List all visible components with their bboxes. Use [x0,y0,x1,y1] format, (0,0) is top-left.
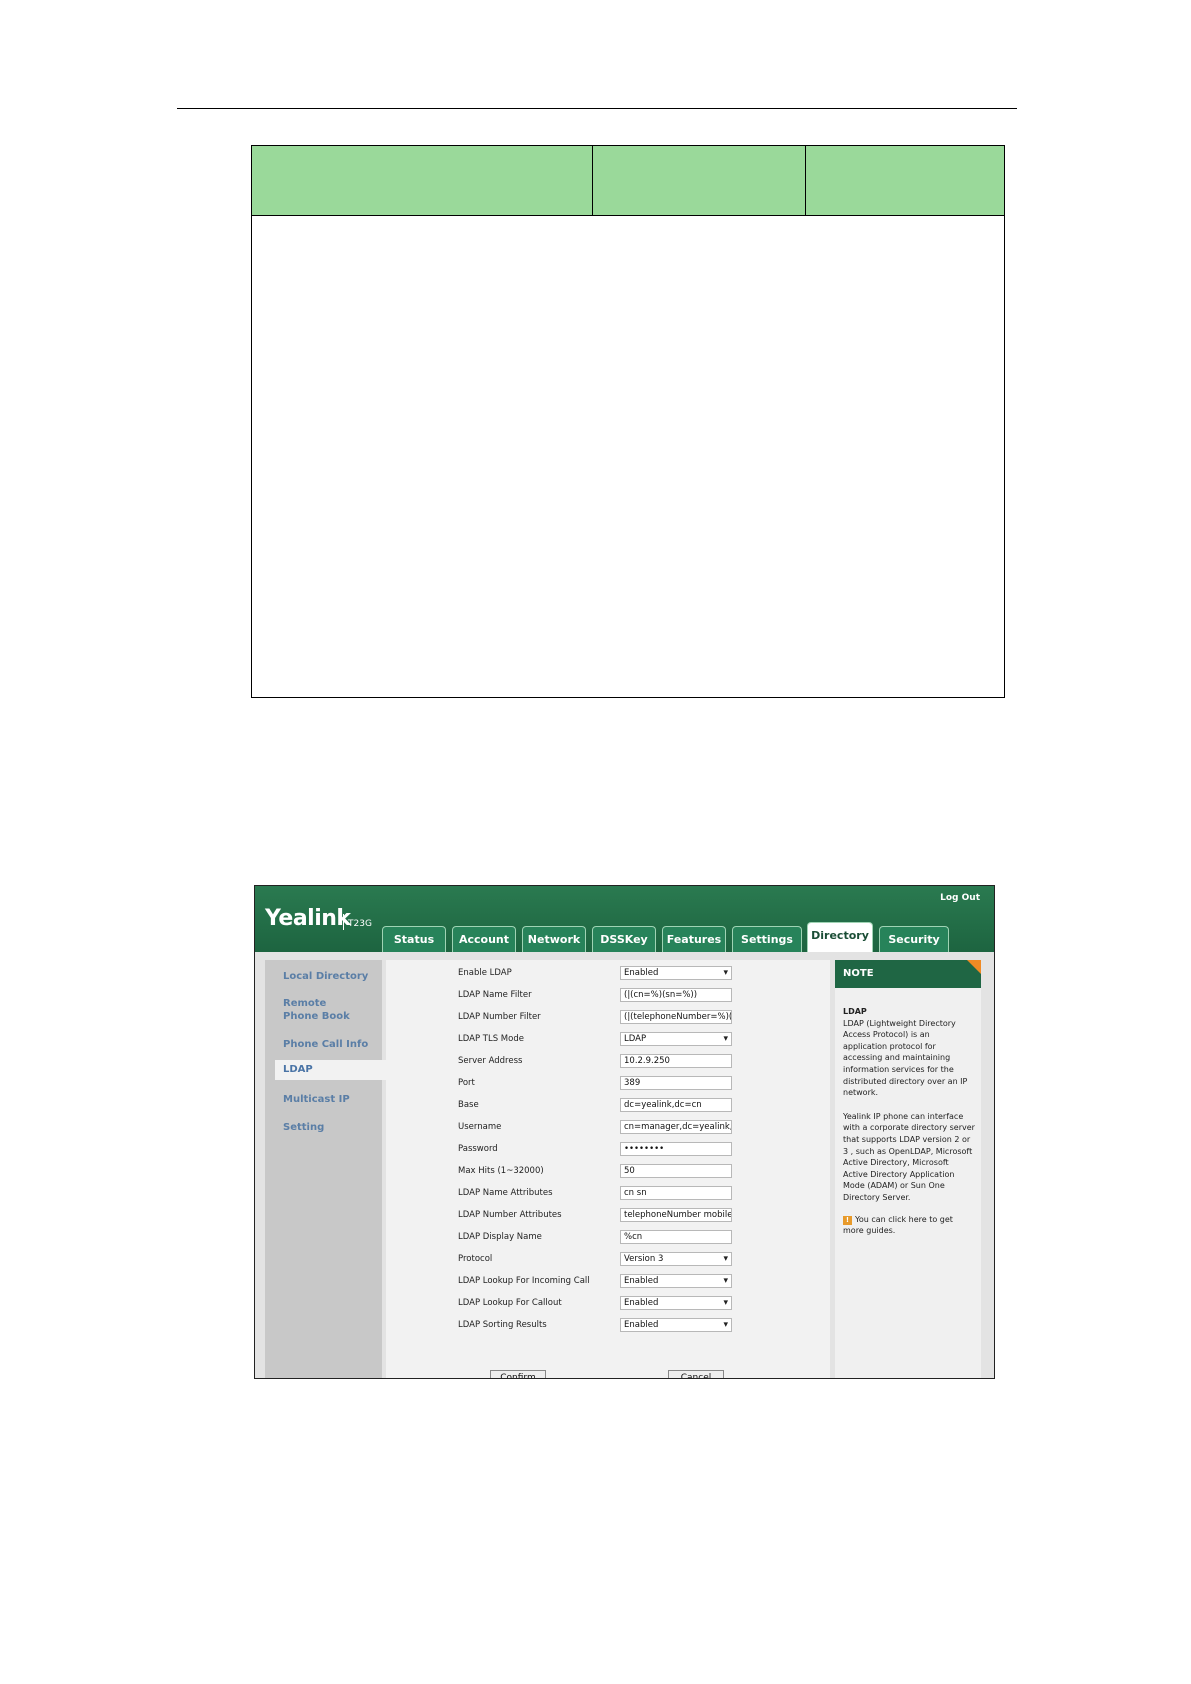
form-row: Enable LDAP Enabled [386,966,830,982]
ldap-form: Enable LDAP Enabled LDAP Name Filter (|(… [386,960,830,1378]
ldap-number-filter-label: LDAP Number Filter [458,1012,541,1022]
password-input[interactable]: •••••••• [620,1142,732,1156]
table-header-cell-1 [252,146,593,215]
ldap-number-filter-input[interactable]: (|(telephoneNumber=%)(m [620,1010,732,1024]
tab-security[interactable]: Security [879,926,949,952]
form-row: LDAP Number Attributes telephoneNumber m… [386,1208,830,1224]
port-input[interactable]: 389 [620,1076,732,1090]
info-icon: ! [843,1215,852,1225]
username-input[interactable]: cn=manager,dc=yealink,dc= [620,1120,732,1134]
ldap-name-attributes-input[interactable]: cn sn [620,1186,732,1200]
content-area: Local Directory Remote Phone Book Phone … [255,952,994,1378]
sidebar-item-phone-call-info[interactable]: Phone Call Info [283,1038,368,1051]
top-bar: Log Out Yealink T23G Status Account Netw… [255,886,994,952]
form-row: LDAP Number Filter (|(telephoneNumber=%)… [386,1010,830,1026]
form-row: Port 389 [386,1076,830,1092]
page-header-rule [177,108,1017,109]
form-row: Protocol Version 3 [386,1252,830,1268]
form-row: LDAP Sorting Results Enabled [386,1318,830,1334]
sidebar-item-multicast-ip[interactable]: Multicast IP [283,1093,350,1106]
enable-ldap-label: Enable LDAP [458,968,512,978]
note-header: NOTE [835,960,981,988]
sidebar-item-setting[interactable]: Setting [283,1121,324,1134]
lookup-callout-select[interactable]: Enabled [620,1296,732,1310]
protocol-label: Protocol [458,1254,493,1264]
max-hits-input[interactable]: 50 [620,1164,732,1178]
tab-features[interactable]: Features [662,926,726,952]
ldap-number-attributes-input[interactable]: telephoneNumber mobile ip [620,1208,732,1222]
tab-settings[interactable]: Settings [732,926,802,952]
sidebar: Local Directory Remote Phone Book Phone … [265,960,389,1378]
logout-link[interactable]: Log Out [940,893,980,903]
tab-directory[interactable]: Directory [807,922,873,952]
note-title: LDAP [843,1007,867,1016]
protocol-select[interactable]: Version 3 [620,1252,732,1266]
ldap-name-attributes-label: LDAP Name Attributes [458,1188,553,1198]
model-label: T23G [343,914,372,930]
form-row: Base dc=yealink,dc=cn [386,1098,830,1114]
ldap-name-filter-input[interactable]: (|(cn=%)(sn=%)) [620,988,732,1002]
form-row: LDAP Name Filter (|(cn=%)(sn=%)) [386,988,830,1004]
ldap-number-attributes-label: LDAP Number Attributes [458,1210,562,1220]
note-panel: NOTE LDAP LDAP (Lightweight Directory Ac… [835,960,981,1378]
form-row: LDAP TLS Mode LDAP [386,1032,830,1048]
ldap-tls-mode-label: LDAP TLS Mode [458,1034,524,1044]
note-tip[interactable]: ! You can click here to get more guides. [843,1214,975,1237]
note-tip-text[interactable]: You can click here to get more guides. [843,1215,953,1236]
form-row: Max Hits (1~32000) 50 [386,1164,830,1180]
note-body: LDAP LDAP (Lightweight Directory Access … [843,1006,975,1237]
form-row: LDAP Display Name %cn [386,1230,830,1246]
note-paragraph-2: Yealink IP phone can interface with a co… [843,1111,975,1202]
document-table-header [252,146,1004,216]
sidebar-item-remote-phone-book[interactable]: Remote Phone Book [283,997,363,1023]
form-row: Password •••••••• [386,1142,830,1158]
enable-ldap-select[interactable]: Enabled [620,966,732,980]
form-row: LDAP Lookup For Callout Enabled [386,1296,830,1312]
username-label: Username [458,1122,502,1132]
tab-dsskey[interactable]: DSSKey [592,926,656,952]
server-address-input[interactable]: 10.2.9.250 [620,1054,732,1068]
tab-network[interactable]: Network [522,926,586,952]
port-label: Port [458,1078,475,1088]
form-row: LDAP Name Attributes cn sn [386,1186,830,1202]
sorting-results-select[interactable]: Enabled [620,1318,732,1332]
base-input[interactable]: dc=yealink,dc=cn [620,1098,732,1112]
tab-status[interactable]: Status [382,926,446,952]
lookup-incoming-call-select[interactable]: Enabled [620,1274,732,1288]
form-row: LDAP Lookup For Incoming Call Enabled [386,1274,830,1290]
confirm-button[interactable]: Confirm [490,1370,546,1378]
web-ui-screenshot: Log Out Yealink T23G Status Account Netw… [254,885,995,1379]
sorting-results-label: LDAP Sorting Results [458,1320,547,1330]
password-label: Password [458,1144,498,1154]
note-paragraph-1: LDAP (Lightweight Directory Access Proto… [843,1018,968,1098]
ldap-display-name-input[interactable]: %cn [620,1230,732,1244]
base-label: Base [458,1100,479,1110]
tab-account[interactable]: Account [452,926,516,952]
cancel-button[interactable]: Cancel [668,1370,724,1378]
form-row: Server Address 10.2.9.250 [386,1054,830,1070]
sidebar-item-ldap[interactable]: LDAP [275,1060,389,1080]
document-table [251,145,1005,698]
ldap-tls-mode-select[interactable]: LDAP [620,1032,732,1046]
max-hits-label: Max Hits (1~32000) [458,1166,544,1176]
table-header-cell-2 [593,146,806,215]
sidebar-item-local-directory[interactable]: Local Directory [283,970,368,983]
lookup-callout-label: LDAP Lookup For Callout [458,1298,562,1308]
lookup-incoming-call-label: LDAP Lookup For Incoming Call [458,1276,590,1286]
ldap-name-filter-label: LDAP Name Filter [458,990,532,1000]
form-row: Username cn=manager,dc=yealink,dc= [386,1120,830,1136]
ldap-display-name-label: LDAP Display Name [458,1232,542,1242]
yealink-logo: Yealink [265,906,351,931]
server-address-label: Server Address [458,1056,523,1066]
note-corner-decoration [967,960,981,974]
